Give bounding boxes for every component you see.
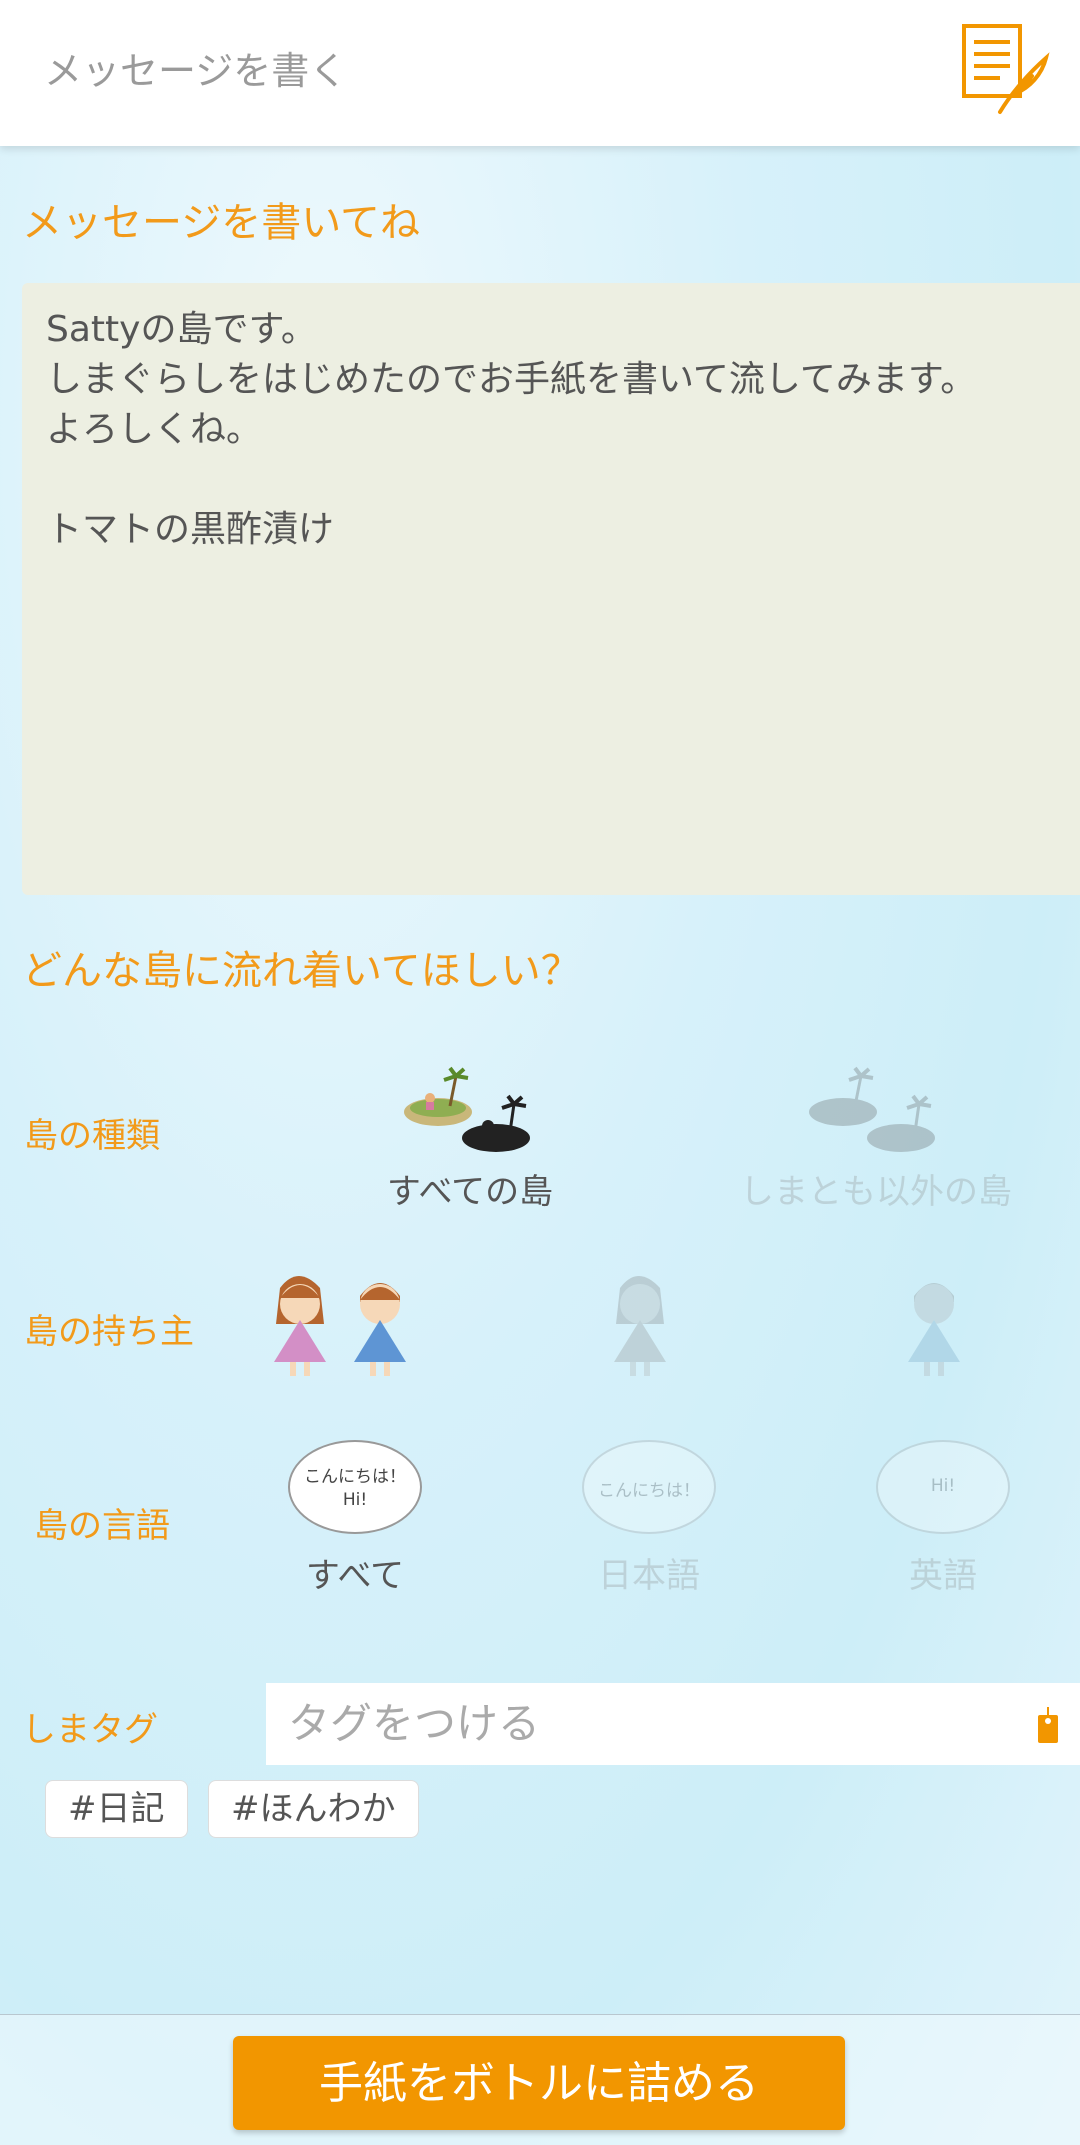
owner-male-option[interactable] <box>886 1262 982 1386</box>
language-all-label: すべて <box>305 1556 405 1596</box>
island-language-label: 島の言語 <box>34 1506 170 1546</box>
tag-input[interactable]: タグをつける <box>266 1683 1080 1765</box>
destination-section-title: どんな島に流れ着いてほしい？ <box>22 948 581 994</box>
islands-gray-icon <box>809 1066 935 1152</box>
speech-bubble-icon: Hi! <box>876 1440 1010 1534</box>
language-english-label: 英語 <box>909 1556 977 1596</box>
speech-bubble-icon: こんにちは！ Hi! <box>288 1440 422 1534</box>
tag-icon <box>1038 1707 1058 1743</box>
bubble-line-1: こんにちは！ <box>304 1467 406 1487</box>
owner-all-option[interactable] <box>250 1262 440 1386</box>
male-owner-icon <box>908 1283 960 1376</box>
bubble-line-1: こんにちは！ <box>598 1481 700 1501</box>
write-letter-icon[interactable] <box>960 22 1052 118</box>
header-title: メッセージを書く <box>44 49 348 93</box>
bubble-line-1: Hi! <box>930 1476 956 1496</box>
island-type-label: 島の種類 <box>24 1116 160 1156</box>
language-japanese-label: 日本語 <box>598 1556 700 1596</box>
bubble-line-2: Hi! <box>342 1490 368 1510</box>
speech-bubble-icon: こんにちは！ <box>582 1440 716 1534</box>
island-owner-label: 島の持ち主 <box>24 1312 194 1352</box>
tag-input-placeholder: タグをつける <box>288 1699 541 1748</box>
both-owners-icon <box>274 1276 406 1376</box>
female-owner-icon <box>614 1276 666 1376</box>
tag-chip[interactable]: #ほんわか <box>208 1780 419 1838</box>
language-japanese-option[interactable]: こんにちは！ 日本語 <box>564 1440 734 1597</box>
island-type-all-option[interactable]: すべての島 <box>370 1060 570 1213</box>
message-textarea[interactable]: Sattyの島です。 しまぐらしをはじめたのでお手紙を書いて流してみます。 よろ… <box>22 283 1080 895</box>
app-header: メッセージを書く <box>0 0 1080 146</box>
send-bottle-button[interactable]: 手紙をボトルに詰める <box>233 2036 845 2130</box>
islands-icon <box>404 1066 530 1152</box>
owner-female-option[interactable] <box>592 1262 688 1386</box>
island-type-non-friend-label: しまとも以外の島 <box>740 1172 1012 1212</box>
island-type-non-friend-option[interactable]: しまとも以外の島 <box>740 1060 1012 1213</box>
island-type-all-label: すべての島 <box>386 1172 554 1212</box>
tag-chip[interactable]: #日記 <box>45 1780 188 1838</box>
language-all-option[interactable]: こんにちは！ Hi! すべて <box>270 1440 440 1597</box>
island-tag-label: しまタグ <box>22 1710 158 1750</box>
compose-section-title: メッセージを書いてね <box>22 200 420 246</box>
language-english-option[interactable]: Hi! 英語 <box>858 1440 1028 1597</box>
